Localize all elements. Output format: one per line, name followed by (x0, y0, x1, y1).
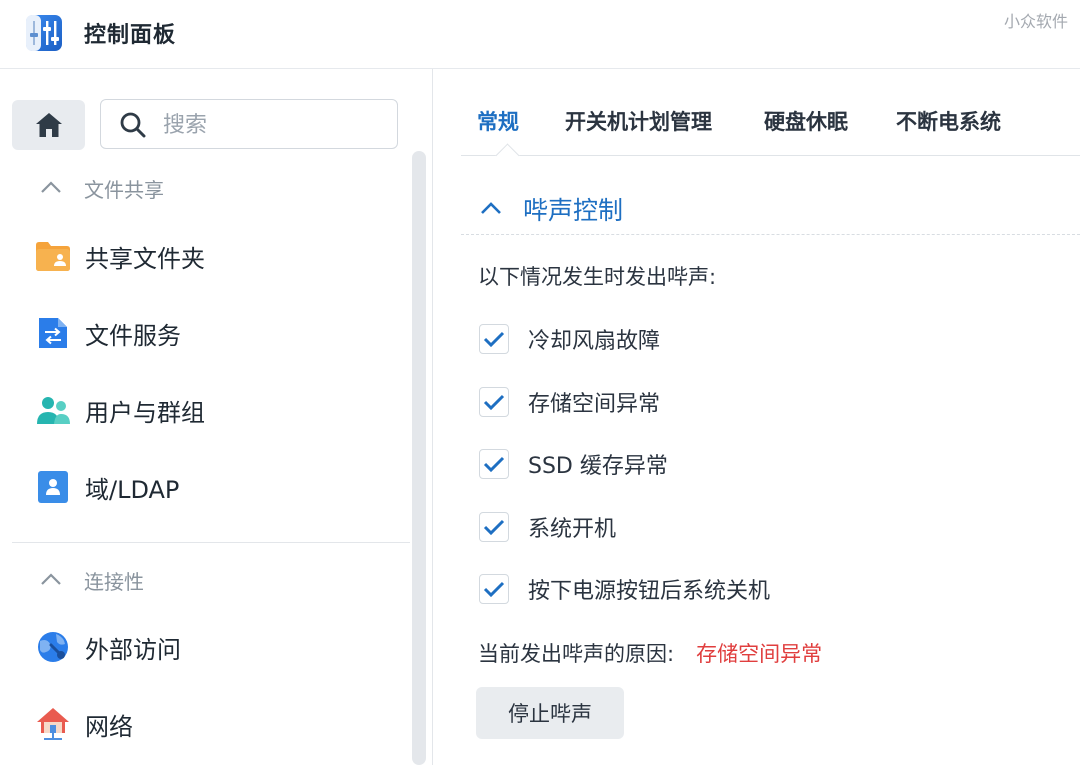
sidebar: 文件共享 共享文件夹 文件服务 用户与群组 (0, 69, 433, 765)
sidebar-item-users-groups[interactable]: 用户与群组 (34, 386, 205, 434)
users-groups-icon (37, 397, 70, 424)
checkmark-icon (483, 581, 505, 598)
home-icon (35, 113, 62, 137)
sidebar-item-file-services[interactable]: 文件服务 (34, 309, 181, 357)
checkbox-row-fan-failure[interactable]: 冷却风扇故障 (479, 321, 660, 357)
chevron-up-icon (41, 181, 61, 193)
checkbox[interactable] (479, 574, 509, 604)
network-icon (37, 708, 69, 740)
sidebar-item-domain-ldap[interactable]: 域/LDAP (34, 463, 179, 511)
sidebar-item-external-access[interactable]: 外部访问 (34, 623, 181, 671)
title-bar: 控制面板 小众软件 (0, 0, 1080, 69)
checkbox[interactable] (479, 387, 509, 417)
checkbox-row-storage-abnormal[interactable]: 存储空间异常 (479, 384, 660, 420)
checkbox-row-system-boot[interactable]: 系统开机 (479, 509, 616, 545)
sidebar-item-network[interactable]: 网络 (34, 700, 133, 748)
checkmark-icon (483, 456, 505, 473)
domain-ldap-icon (38, 471, 68, 503)
shared-folder-icon (36, 242, 70, 271)
checkbox-label: 冷却风扇故障 (528, 329, 661, 354)
tab-power-schedule[interactable]: 开关机计划管理 (565, 106, 712, 136)
watermark-text: 小众软件 (1003, 12, 1068, 31)
sidebar-scrollbar[interactable] (412, 151, 426, 765)
beep-description: 以下情况发生时发出哔声: (478, 265, 717, 289)
checkbox-row-ssd-cache-abnormal[interactable]: SSD 缓存异常 (479, 446, 668, 482)
search-input[interactable] (161, 108, 385, 142)
file-services-icon (39, 318, 67, 348)
active-tab-indicator (495, 143, 520, 168)
sidebar-item-label: 共享文件夹 (85, 244, 205, 273)
checkbox-label: 系统开机 (528, 517, 617, 542)
sidebar-item-label: 网络 (85, 712, 133, 741)
beep-reason-label: 当前发出哔声的原因: (478, 642, 675, 666)
section-divider (461, 234, 1080, 235)
tab-ups[interactable]: 不断电系统 (896, 106, 1001, 136)
sidebar-divider (12, 542, 410, 543)
beep-reason: 当前发出哔声的原因: 存储空间异常 (478, 638, 822, 668)
checkbox[interactable] (479, 449, 509, 479)
checkbox-label: 存储空间异常 (528, 392, 661, 417)
beep-control-section-header[interactable]: 哔声控制 (479, 191, 623, 227)
home-button[interactable] (12, 100, 85, 150)
sidebar-item-shared-folder[interactable]: 共享文件夹 (34, 232, 205, 280)
checkbox[interactable] (479, 324, 509, 354)
tab-bar: 常规 开关机计划管理 硬盘休眠 不断电系统 (461, 69, 1080, 168)
control-panel-app-icon (26, 15, 62, 51)
sidebar-item-label: 外部访问 (85, 635, 181, 664)
checkbox-row-power-button-shutdown[interactable]: 按下电源按钮后系统关机 (479, 571, 770, 607)
section-title: 哔声控制 (523, 196, 624, 225)
beep-reason-value: 存储空间异常 (696, 642, 823, 666)
chevron-up-icon (481, 202, 501, 214)
chevron-up-icon (41, 573, 61, 585)
tab-general[interactable]: 常规 (477, 106, 519, 136)
tab-hdd-hibernation[interactable]: 硬盘休眠 (764, 106, 848, 136)
checkmark-icon (483, 519, 505, 536)
external-access-icon (38, 632, 68, 662)
checkmark-icon (483, 331, 505, 348)
sidebar-item-label: 文件服务 (85, 321, 181, 350)
section-header-connectivity[interactable]: 连接性 (38, 565, 144, 595)
app-title: 控制面板 (84, 23, 177, 48)
checkbox[interactable] (479, 512, 509, 542)
section-label: 文件共享 (84, 177, 164, 202)
sidebar-item-label: 域/LDAP (85, 475, 180, 504)
stop-beep-button[interactable]: 停止哔声 (476, 687, 624, 739)
section-label: 连接性 (84, 569, 144, 594)
sidebar-item-label: 用户与群组 (85, 398, 205, 427)
checkmark-icon (483, 394, 505, 411)
search-icon (120, 112, 146, 138)
main-panel: 常规 开关机计划管理 硬盘休眠 不断电系统 哔声控制 以下情况发生时发出哔声: … (433, 69, 1080, 765)
search-field[interactable] (100, 99, 398, 149)
checkbox-label: SSD 缓存异常 (528, 454, 668, 479)
section-header-file-sharing[interactable]: 文件共享 (38, 173, 164, 203)
checkbox-label: 按下电源按钮后系统关机 (528, 579, 771, 604)
